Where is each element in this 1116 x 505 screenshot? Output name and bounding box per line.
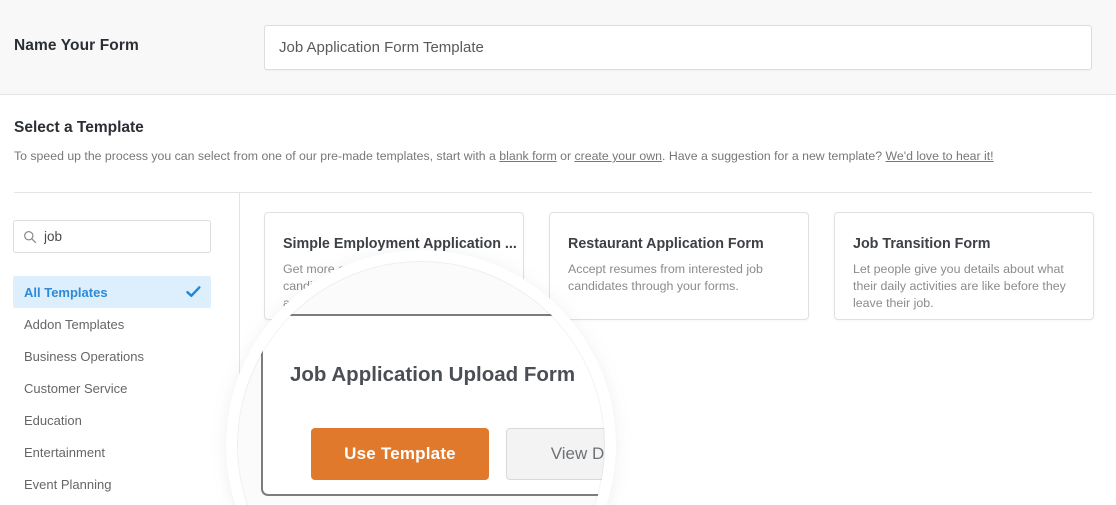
select-a-template-heading: Select a Template bbox=[14, 119, 144, 136]
sidebar-item-label: Addon Templates bbox=[24, 316, 125, 332]
desc-text-1: To speed up the process you can select f… bbox=[14, 149, 500, 163]
view-demo-button[interactable]: View Demo bbox=[506, 428, 605, 480]
sidebar-item-label: Education bbox=[24, 412, 82, 428]
template-card-title: Simple Employment Application ... bbox=[283, 236, 517, 252]
use-template-button[interactable]: Use Template bbox=[311, 428, 489, 480]
form-name-input[interactable] bbox=[264, 25, 1092, 70]
sidebar-item-label: Business Operations bbox=[24, 348, 144, 364]
template-card-title: Job Transition Form bbox=[853, 236, 991, 252]
sidebar-item-label: Customer Service bbox=[24, 380, 128, 396]
template-card[interactable]: Job Transition Form Let people give you … bbox=[834, 212, 1094, 320]
section-description: To speed up the process you can select f… bbox=[14, 149, 994, 163]
form-name-header: Name Your Form bbox=[0, 0, 1116, 95]
magnified-template-card[interactable]: Job Application Upload Form Use Template… bbox=[261, 314, 605, 496]
blank-form-link[interactable]: blank form bbox=[499, 149, 556, 163]
template-picker-screen: Name Your Form Select a Template To spee… bbox=[0, 0, 1116, 505]
template-card-title: Restaurant Application Form bbox=[568, 236, 764, 252]
name-your-form-label: Name Your Form bbox=[14, 37, 139, 54]
sidebar-item-event-planning[interactable]: Event Planning bbox=[13, 468, 211, 500]
magnifier-content: Job Application Upload Form Use Template… bbox=[237, 261, 605, 505]
check-icon bbox=[186, 286, 201, 298]
search-icon bbox=[23, 230, 37, 244]
magnified-card-title: Job Application Upload Form bbox=[290, 363, 576, 386]
search-input[interactable] bbox=[44, 229, 194, 244]
sidebar-item-label: All Templates bbox=[24, 284, 108, 300]
magnifier-overlay: Job Application Upload Form Use Template… bbox=[237, 261, 605, 505]
template-search-box[interactable] bbox=[13, 220, 211, 253]
sidebar-item-customer-service[interactable]: Customer Service bbox=[13, 372, 211, 404]
desc-text-2: or bbox=[556, 149, 575, 163]
sidebar-item-label: Event Planning bbox=[24, 476, 112, 492]
category-list: All Templates Addon Templates Business O… bbox=[13, 276, 211, 500]
sidebar-item-education[interactable]: Education bbox=[13, 404, 211, 436]
desc-text-3: . Have a suggestion for a new template? bbox=[662, 149, 886, 163]
template-card-description: Let people give you details about what t… bbox=[853, 262, 1066, 310]
sidebar-item-business-operations[interactable]: Business Operations bbox=[13, 340, 211, 372]
sidebar-item-addon-templates[interactable]: Addon Templates bbox=[13, 308, 211, 340]
sidebar-item-label: Entertainment bbox=[24, 444, 105, 460]
category-sidebar: All Templates Addon Templates Business O… bbox=[0, 192, 239, 505]
sidebar-item-all-templates[interactable]: All Templates bbox=[13, 276, 211, 308]
create-your-own-link[interactable]: create your own bbox=[575, 149, 663, 163]
suggestion-link[interactable]: We'd love to hear it! bbox=[886, 149, 994, 163]
sidebar-item-entertainment[interactable]: Entertainment bbox=[13, 436, 211, 468]
